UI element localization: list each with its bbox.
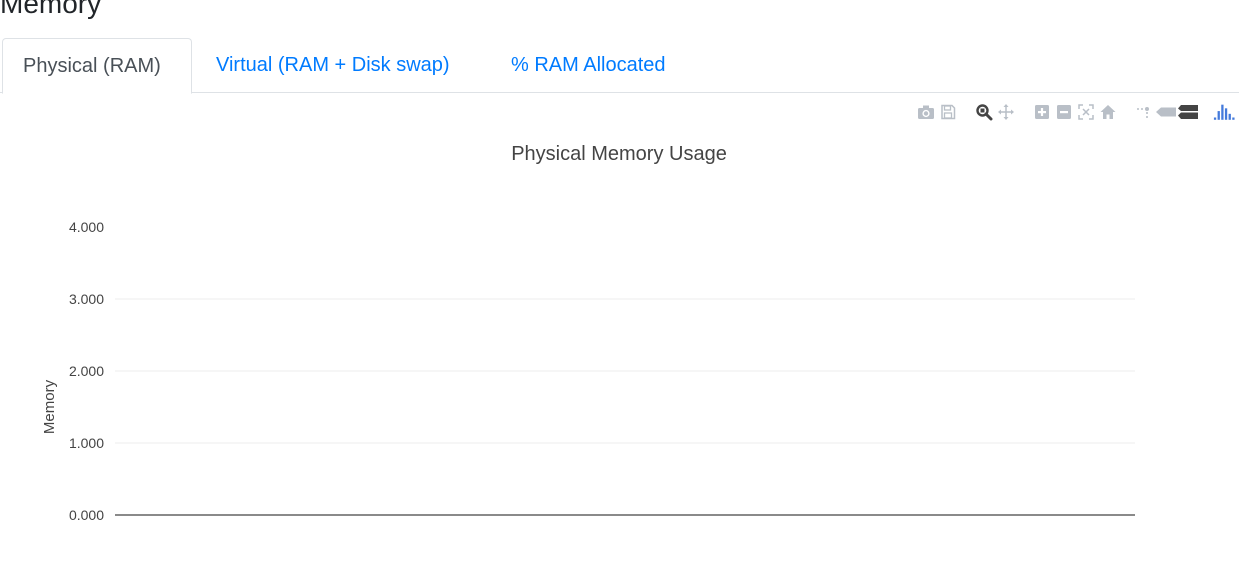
tab-virtual-ram-disk-swap[interactable]: Virtual (RAM + Disk swap) xyxy=(216,38,450,93)
chart-modebar xyxy=(901,101,1235,123)
page-title: Memory xyxy=(0,0,102,19)
pan-icon[interactable] xyxy=(995,101,1017,123)
y-tick-label: 3.000 xyxy=(69,291,104,307)
zoom-in-icon[interactable] xyxy=(1031,101,1053,123)
camera-icon[interactable] xyxy=(915,101,937,123)
y-tick-label: 0.000 xyxy=(69,507,104,523)
save-icon[interactable] xyxy=(937,101,959,123)
modebar-group-export xyxy=(915,101,959,123)
modebar-group-zoom xyxy=(1031,101,1119,123)
modebar-group-drag xyxy=(973,101,1017,123)
hover-compare-icon[interactable] xyxy=(1177,101,1199,123)
modebar-group-logo xyxy=(1213,101,1235,123)
physical-memory-chart: Physical Memory Usage Memory 0.000 1.000 2… xyxy=(41,143,1135,523)
autoscale-icon[interactable] xyxy=(1075,101,1097,123)
zoom-out-icon[interactable] xyxy=(1053,101,1075,123)
reset-axes-icon[interactable] xyxy=(1097,101,1119,123)
hover-closest-icon[interactable] xyxy=(1155,101,1177,123)
y-tick-label: 1.000 xyxy=(69,435,104,451)
tab-ram-allocated[interactable]: % RAM Allocated xyxy=(511,38,666,93)
chart-title: Physical Memory Usage xyxy=(511,143,727,165)
y-axis-ticks: 0.000 1.000 2.000 3.000 4.000 xyxy=(69,219,104,523)
zoom-icon[interactable] xyxy=(973,101,995,123)
spike-lines-icon[interactable] xyxy=(1133,101,1155,123)
plotly-logo-icon[interactable] xyxy=(1213,101,1235,123)
memory-page: Memory Physical (RAM) Virtual (RAM + Dis… xyxy=(0,0,1239,566)
memory-tabs: Physical (RAM) Virtual (RAM + Disk swap)… xyxy=(0,38,1239,94)
y-axis-label: Memory xyxy=(41,379,58,434)
y-tick-label: 4.000 xyxy=(69,219,104,235)
y-tick-label: 2.000 xyxy=(69,363,104,379)
tab-physical-ram[interactable]: Physical (RAM) xyxy=(2,38,192,94)
grid-lines xyxy=(115,298,1135,516)
modebar-group-hover xyxy=(1133,101,1199,123)
